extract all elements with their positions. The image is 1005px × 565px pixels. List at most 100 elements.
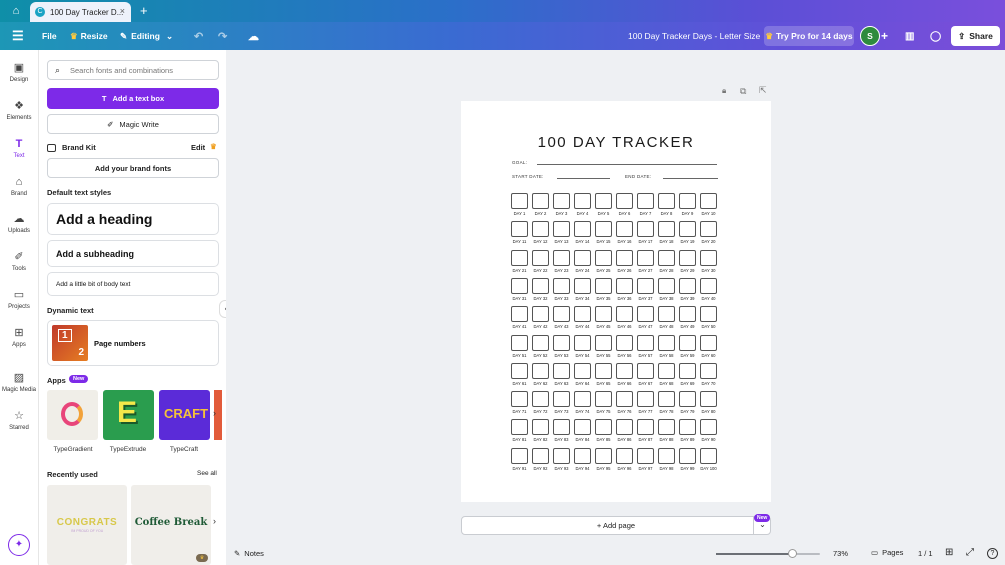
day-box[interactable] [679, 221, 696, 238]
rail-uploads[interactable]: ☁ Uploads [0, 213, 38, 234]
day-box[interactable] [658, 249, 675, 266]
scroll-right-icon[interactable]: › [213, 408, 216, 418]
day-box[interactable] [679, 193, 696, 209]
undo-icon[interactable]: ↶ [194, 22, 203, 50]
day-box[interactable] [574, 193, 591, 209]
file-menu[interactable]: File [42, 22, 57, 50]
try-pro-button[interactable]: ♛ Try Pro for 14 days [764, 26, 854, 46]
day-box[interactable] [595, 447, 612, 464]
day-box[interactable] [658, 362, 675, 379]
zoom-slider[interactable] [716, 549, 820, 558]
day-box[interactable] [595, 334, 612, 351]
typegradient-thumbnail[interactable] [47, 390, 98, 440]
day-box[interactable] [595, 277, 612, 294]
help-icon[interactable]: ? [987, 548, 998, 559]
day-box[interactable] [532, 193, 549, 209]
document-title[interactable]: 100 Day Tracker Days - Letter Size [628, 22, 760, 50]
day-box[interactable] [700, 447, 717, 464]
day-box[interactable] [532, 277, 549, 294]
day-box[interactable] [637, 249, 654, 266]
share-button[interactable]: ⇪ Share [951, 26, 1000, 46]
day-box[interactable] [679, 362, 696, 379]
add-page-button[interactable]: + Add page [461, 516, 771, 535]
add-body-text-button[interactable]: Add a little bit of body text [47, 272, 219, 296]
day-box[interactable] [700, 193, 717, 209]
day-box[interactable] [679, 334, 696, 351]
day-box[interactable] [511, 447, 528, 464]
day-box[interactable] [700, 391, 717, 408]
day-box[interactable] [595, 419, 612, 436]
recent-coffee-break-thumbnail[interactable]: Coffee Break ♛ [131, 485, 211, 565]
day-box[interactable] [616, 419, 633, 436]
day-box[interactable] [658, 447, 675, 464]
redo-icon[interactable]: ↷ [218, 22, 227, 50]
day-box[interactable] [532, 221, 549, 238]
day-box[interactable] [616, 362, 633, 379]
day-box[interactable] [595, 391, 612, 408]
new-tab-button[interactable]: + [140, 3, 148, 19]
day-box[interactable] [637, 193, 654, 209]
day-box[interactable] [637, 277, 654, 294]
notes-button[interactable]: ✎ Notes [234, 549, 264, 558]
zoom-slider-handle[interactable] [787, 549, 797, 558]
day-box[interactable] [511, 221, 528, 238]
day-box[interactable] [658, 306, 675, 323]
day-box[interactable] [637, 362, 654, 379]
day-box[interactable] [658, 221, 675, 238]
day-box[interactable] [595, 221, 612, 238]
day-box[interactable] [679, 277, 696, 294]
tracker-title[interactable]: 100 DAY TRACKER [461, 134, 771, 151]
day-box[interactable] [637, 221, 654, 238]
day-box[interactable] [616, 193, 633, 209]
rail-text[interactable]: T Text [0, 138, 38, 159]
day-box[interactable] [574, 447, 591, 464]
day-box[interactable] [679, 249, 696, 266]
day-box[interactable] [511, 306, 528, 323]
day-box[interactable] [553, 306, 570, 323]
fullscreen-icon[interactable]: ⤢ [966, 547, 974, 558]
close-tab-icon[interactable]: × [120, 6, 125, 16]
typeextrude-thumbnail[interactable]: E [103, 390, 154, 440]
day-box[interactable] [574, 277, 591, 294]
day-box[interactable] [700, 221, 717, 238]
resize-button[interactable]: ♛ Resize [70, 22, 108, 50]
rail-apps[interactable]: ⊞ Apps [0, 327, 38, 348]
day-box[interactable] [511, 193, 528, 209]
scroll-right-icon[interactable]: › [213, 516, 216, 526]
day-box[interactable] [679, 419, 696, 436]
day-box[interactable] [616, 306, 633, 323]
add-text-box-button[interactable]: T Add a text box [47, 88, 219, 109]
day-box[interactable] [616, 221, 633, 238]
browser-tab[interactable]: C 100 Day Tracker D... × [30, 2, 131, 22]
day-box[interactable] [511, 391, 528, 408]
day-box[interactable] [616, 334, 633, 351]
rail-starred[interactable]: ☆ Starred [0, 410, 38, 431]
add-heading-button[interactable]: Add a heading [47, 203, 219, 235]
magic-assistant-icon[interactable]: ✦ [8, 534, 30, 556]
day-box[interactable] [637, 419, 654, 436]
day-box[interactable] [532, 334, 549, 351]
day-box[interactable] [700, 334, 717, 351]
day-box[interactable] [532, 447, 549, 464]
day-box[interactable] [574, 362, 591, 379]
day-box[interactable] [700, 277, 717, 294]
add-page-icon[interactable]: ⇱ [759, 85, 767, 96]
day-box[interactable] [532, 249, 549, 266]
grid-view-icon[interactable]: ⊞ [945, 547, 953, 558]
day-box[interactable] [637, 334, 654, 351]
rail-projects[interactable]: ▭ Projects [0, 289, 38, 310]
editing-mode-button[interactable]: ✎ Editing ⌄ [120, 22, 173, 50]
search-input[interactable]: ⌕ Search fonts and combinations [47, 60, 219, 80]
home-icon[interactable]: ⌂ [6, 3, 26, 20]
day-box[interactable] [658, 419, 675, 436]
add-subheading-button[interactable]: Add a subheading [47, 240, 219, 267]
day-box[interactable] [637, 391, 654, 408]
rail-magic-media[interactable]: ▨ Magic Media [0, 372, 38, 393]
day-box[interactable] [574, 249, 591, 266]
day-box[interactable] [679, 306, 696, 323]
recent-congrats-thumbnail[interactable]: CONGRATS I'M PROUD OF YOU [47, 485, 127, 565]
zoom-level[interactable]: 73% [833, 549, 848, 558]
day-box[interactable] [553, 334, 570, 351]
day-box[interactable] [700, 306, 717, 323]
day-box[interactable] [574, 306, 591, 323]
